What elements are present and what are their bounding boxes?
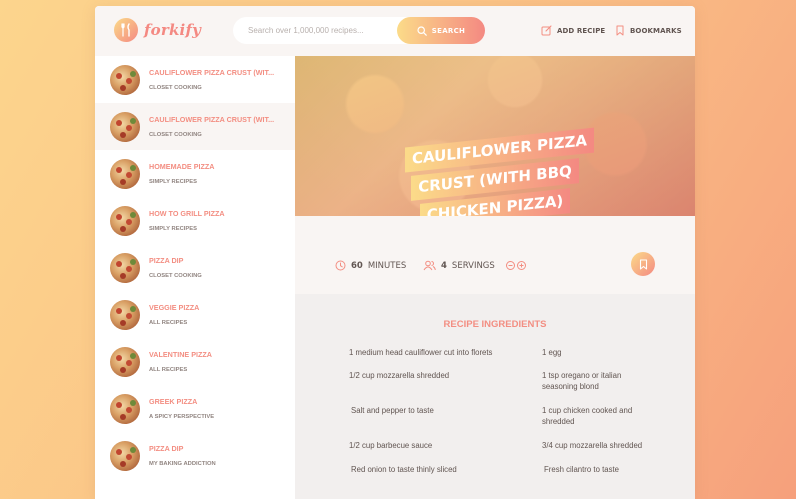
result-item[interactable]: VALENTINE PIZZA ALL RECIPES — [95, 338, 295, 385]
bookmarks-button[interactable]: BOOKMARKS — [615, 25, 682, 36]
ingredient-item: Salt and pepper to taste — [351, 406, 434, 415]
recipe-thumbnail — [110, 299, 140, 330]
result-item[interactable]: GREEK PIZZA A SPICY PERSPECTIVE — [95, 385, 295, 432]
search-form: SEARCH — [233, 17, 485, 44]
clock-icon — [335, 260, 346, 271]
recipe-thumbnail — [110, 158, 140, 189]
recipe-thumbnail — [110, 252, 140, 283]
result-publisher: ALL RECIPES — [149, 320, 188, 326]
ingredient-item: Red onion to taste thinly sliced — [351, 465, 457, 474]
recipe-thumbnail — [110, 346, 140, 377]
result-publisher: MY BAKING ADDICTION — [149, 461, 216, 467]
app-container: forkify SEARCH ADD RECIPE BOOKM — [95, 6, 695, 499]
result-publisher: SIMPLY RECIPES — [149, 179, 198, 185]
ingredient-item: 1 cup chicken cooked and shredded — [542, 406, 633, 426]
result-title: HOW TO GRILL PIZZA — [149, 209, 225, 218]
result-item[interactable]: CAULIFLOWER PIZZA CRUST (WIT... CLOSET C… — [95, 56, 295, 103]
servings: 4 SERVINGS — [423, 260, 526, 271]
servings-value: 4 — [441, 260, 447, 271]
search-button[interactable]: SEARCH — [397, 17, 485, 44]
decrease-servings-button[interactable] — [505, 261, 515, 270]
recipe-details: 60 MINUTES 4 SERVINGS — [295, 216, 695, 294]
minutes-value: 60 — [351, 260, 363, 271]
result-publisher: SIMPLY RECIPES — [149, 226, 198, 232]
result-publisher: CLOSET COOKING — [149, 132, 202, 138]
ingredient-item: 1 tsp oregano or italian seasoning blond — [542, 371, 622, 391]
ingredient-item: 1 medium head cauliflower cut into flore… — [349, 348, 493, 357]
result-item[interactable]: PIZZA DIP CLOSET COOKING — [95, 244, 295, 291]
result-publisher: CLOSET COOKING — [149, 85, 202, 91]
add-recipe-label: ADD RECIPE — [557, 26, 606, 35]
search-input[interactable] — [248, 26, 398, 35]
result-item[interactable]: HOMEMADE PIZZA SIMPLY RECIPES — [95, 150, 295, 197]
edit-icon — [541, 25, 552, 36]
recipe-thumbnail — [110, 64, 140, 95]
ingredient-item: 1/2 cup mozzarella shredded — [349, 371, 450, 380]
bookmark-icon — [639, 258, 647, 270]
recipe-view: CAULIFLOWER PIZZA CRUST (WITH BBQ CHICKE… — [295, 56, 695, 499]
result-publisher: A SPICY PERSPECTIVE — [149, 414, 215, 420]
result-item[interactable]: PIZZA DIP MY BAKING ADDICTION — [95, 432, 295, 479]
result-title: VEGGIE PIZZA — [149, 303, 200, 312]
recipe-figure: CAULIFLOWER PIZZA CRUST (WITH BBQ CHICKE… — [295, 56, 695, 216]
logo[interactable]: forkify — [114, 18, 201, 42]
result-item[interactable]: HOW TO GRILL PIZZA SIMPLY RECIPES — [95, 197, 295, 244]
cooking-time: 60 MINUTES — [335, 260, 406, 271]
users-icon — [423, 260, 436, 271]
search-button-label: SEARCH — [431, 26, 466, 35]
ingredient-item: 3/4 cup mozzarella shredded — [542, 441, 643, 450]
minus-icon — [508, 265, 513, 266]
header: forkify SEARCH ADD RECIPE BOOKM — [95, 6, 695, 56]
fork-knife-icon — [114, 18, 138, 42]
bookmark-recipe-button[interactable] — [631, 252, 655, 276]
ingredient-item: 1/2 cup barbecue sauce — [349, 441, 433, 450]
bookmarks-label: BOOKMARKS — [630, 26, 682, 35]
result-title: GREEK PIZZA — [149, 397, 198, 406]
servings-unit: SERVINGS — [451, 260, 495, 271]
result-publisher: ALL RECIPES — [149, 367, 188, 373]
ingredient-item: Fresh cilantro to taste — [544, 465, 619, 474]
add-recipe-button[interactable]: ADD RECIPE — [541, 25, 605, 36]
result-title: HOMEMADE PIZZA — [149, 162, 215, 171]
recipe-thumbnail — [110, 440, 140, 471]
ingredient-item: 1 egg — [542, 348, 562, 357]
result-title: CAULIFLOWER PIZZA CRUST (WIT... — [149, 115, 275, 124]
result-title: VALENTINE PIZZA — [149, 350, 212, 359]
recipe-thumbnail — [110, 111, 140, 142]
recipe-thumbnail — [110, 205, 140, 236]
result-item[interactable]: VEGGIE PIZZA ALL RECIPES — [95, 291, 295, 338]
result-item-active[interactable]: CAULIFLOWER PIZZA CRUST (WIT... CLOSET C… — [95, 103, 295, 150]
search-results: CAULIFLOWER PIZZA CRUST (WIT... CLOSET C… — [95, 56, 295, 499]
increase-servings-button[interactable] — [516, 261, 526, 270]
ingredients-heading: RECIPE INGREDIENTS — [443, 319, 547, 330]
result-title: CAULIFLOWER PIZZA CRUST (WIT... — [149, 68, 275, 77]
result-title: PIZZA DIP — [149, 444, 184, 453]
recipe-thumbnail — [110, 393, 140, 424]
recipe-ingredients: RECIPE INGREDIENTS 1 medium head caulifl… — [295, 294, 695, 499]
plus-icon — [519, 263, 524, 268]
result-title: PIZZA DIP — [149, 256, 184, 265]
result-publisher: CLOSET COOKING — [149, 273, 202, 279]
logo-text: forkify — [144, 21, 202, 39]
minutes-unit: MINUTES — [367, 260, 407, 271]
search-icon — [417, 25, 427, 36]
bookmark-icon — [616, 25, 624, 36]
